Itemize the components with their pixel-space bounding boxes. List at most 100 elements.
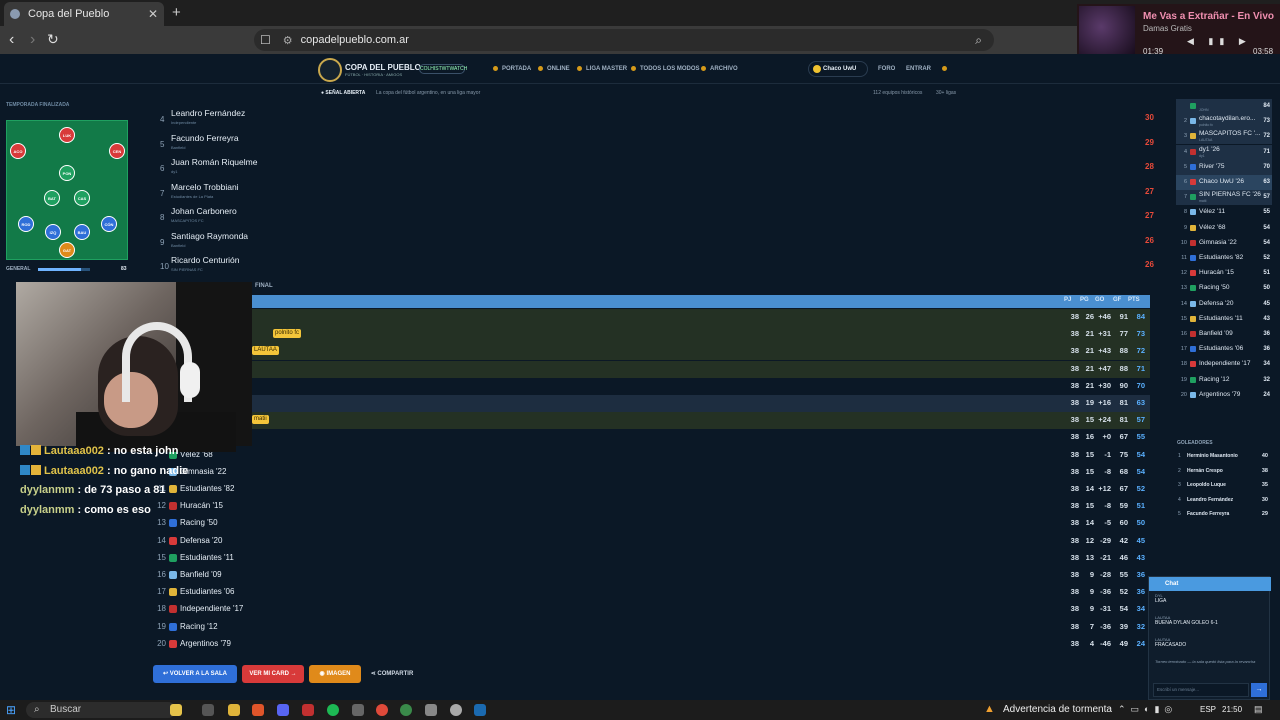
right-row[interactable]: 6 Chaco UwU '26 63 xyxy=(1176,175,1272,190)
table-row[interactable]: 38 26 +46 91 84 xyxy=(156,309,1150,326)
right-row[interactable]: 11 Estudiantes '82 52 xyxy=(1176,251,1272,266)
table-row[interactable]: Gimnasia '22 38 15 -8 68 54 xyxy=(156,464,1150,481)
chrome-icon[interactable] xyxy=(400,704,412,716)
chat-input[interactable]: Escribí un mensaje... xyxy=(1153,683,1249,697)
right-row[interactable]: 8 Vélez '11 55 xyxy=(1176,205,1272,220)
right-row[interactable]: JOHN 84 xyxy=(1176,99,1272,114)
weather-text[interactable]: Advertencia de tormenta xyxy=(1003,704,1112,715)
player-badge[interactable]: IZQ xyxy=(45,224,61,240)
view-card-button[interactable]: VER MI CARD → xyxy=(242,665,304,683)
site-logo-icon[interactable] xyxy=(318,58,342,82)
right-row[interactable]: 20 Argentinos '79 24 xyxy=(1176,388,1272,403)
menu-entrar[interactable]: ENTRAR xyxy=(906,66,931,72)
chat-header[interactable]: Chat xyxy=(1149,577,1271,591)
table-row[interactable]: 15 Estudiantes '11 38 13 -21 46 43 xyxy=(156,550,1150,567)
table-row[interactable]: 18 Independiente '17 38 9 -31 54 34 xyxy=(156,601,1150,618)
site-info-icon[interactable]: ⚙ xyxy=(283,34,293,47)
table-row[interactable]: matii 38 15 +24 81 57 xyxy=(156,412,1150,430)
share-button[interactable]: ⋖ COMPARTIR xyxy=(366,665,418,683)
menu-online[interactable]: ONLINE xyxy=(538,66,570,72)
player-badge[interactable]: CEN xyxy=(109,143,125,159)
player-badge[interactable]: ROD xyxy=(18,216,34,232)
player-badge[interactable]: BAU xyxy=(74,224,90,240)
forward-icon[interactable]: › xyxy=(30,31,35,49)
right-row[interactable]: 4 dy1 '26 dy1 71 xyxy=(1176,144,1272,160)
task-view-icon[interactable] xyxy=(202,704,214,716)
language-indicator[interactable]: ESP xyxy=(1200,705,1216,714)
table-row[interactable]: 11 Estudiantes '82 38 14 +12 67 52 xyxy=(156,481,1150,498)
theme-toggle-icon[interactable] xyxy=(942,66,951,72)
right-row[interactable]: 15 Estudiantes '11 43 xyxy=(1176,312,1272,327)
widgets-icon[interactable] xyxy=(170,704,182,716)
table-row[interactable]: 14 Defensa '20 38 12 -29 42 45 xyxy=(156,533,1150,550)
brave-icon[interactable] xyxy=(252,704,264,716)
image-button[interactable]: ◉ IMAGEN xyxy=(309,665,361,683)
player-badge[interactable]: LUK xyxy=(59,127,75,143)
table-row[interactable]: 38 16 +0 67 55 xyxy=(156,429,1150,446)
reload-icon[interactable]: ↻ xyxy=(47,31,59,48)
right-row[interactable]: 10 Gimnasia '22 54 xyxy=(1176,236,1272,251)
goleador-row[interactable]: 2 Hernán Crespo 38 xyxy=(1178,465,1274,479)
back-icon[interactable]: ‹ xyxy=(9,31,14,49)
right-row[interactable]: 12 Huracán '15 51 xyxy=(1176,266,1272,281)
clock[interactable]: 21:50 xyxy=(1222,705,1242,714)
table-row[interactable]: 13 Racing '50 38 14 -5 60 50 xyxy=(156,515,1150,532)
menu-portada[interactable]: PORTADA xyxy=(493,66,531,72)
right-row[interactable]: 17 Estudiantes '06 36 xyxy=(1176,342,1272,357)
right-row[interactable]: 7 SIN PIERNAS FC '26 matii 57 xyxy=(1176,190,1272,206)
goleador-row[interactable]: 3 Leopoldo Luque 35 xyxy=(1178,479,1274,493)
right-row[interactable]: 3 MASCAPITOS FC '... LAUTAA 72 xyxy=(1176,129,1272,145)
back-to-room-button[interactable]: ↩ VOLVER A LA SALA xyxy=(153,665,237,683)
warning-icon[interactable]: ▲ xyxy=(984,703,995,715)
goleador-row[interactable]: 5 Facundo Ferreyra 29 xyxy=(1178,508,1274,522)
site-brand[interactable]: COPA DEL PUEBLO xyxy=(345,63,421,72)
bookmark-icon[interactable]: ☐ xyxy=(260,33,271,47)
goleador-row[interactable]: 4 Leandro Fernández 30 xyxy=(1178,494,1274,508)
player-badge[interactable]: ACO xyxy=(10,143,26,159)
app-icon[interactable] xyxy=(425,704,437,716)
chat-send-button[interactable]: → xyxy=(1251,683,1267,697)
table-row[interactable]: 38 21 +47 88 71 xyxy=(156,360,1150,378)
media-controls-icon[interactable]: ◀ ▮▮ ▶ xyxy=(1187,36,1252,47)
menu-liga-master[interactable]: LIGA MASTER xyxy=(577,66,627,72)
steam-icon[interactable] xyxy=(474,704,486,716)
user-chip[interactable]: Chaco UwU xyxy=(808,61,868,77)
player-badge[interactable]: CAS xyxy=(74,190,90,206)
menu-todos-los-modos[interactable]: TODOS LOS MODOS xyxy=(631,66,700,72)
scorer-row[interactable]: 4 Leandro Fernández Independiente 30 xyxy=(160,108,1160,132)
discord-icon[interactable] xyxy=(277,704,289,716)
menu-archivo[interactable]: ARCHIVO xyxy=(701,66,738,72)
right-row[interactable]: 5 River '75 70 xyxy=(1176,159,1272,175)
player-badge[interactable]: PON xyxy=(59,165,75,181)
goleador-row[interactable]: 1 Hermínio Masantonio 40 xyxy=(1178,450,1274,464)
scorer-row[interactable]: 6 Juan Román Riquelme dy1 28 xyxy=(160,157,1160,181)
player-badge[interactable]: GAT xyxy=(59,242,75,258)
zoom-icon[interactable]: ⌕ xyxy=(975,33,982,48)
table-row[interactable]: 17 Estudiantes '06 38 9 -36 52 36 xyxy=(156,584,1150,601)
right-row[interactable]: 14 Defensa '20 45 xyxy=(1176,297,1272,312)
player-badge[interactable]: CÓN xyxy=(101,216,117,232)
spotify-icon[interactable] xyxy=(327,704,339,716)
table-row[interactable]: 38 21 +30 90 70 xyxy=(156,378,1150,395)
scorer-row[interactable]: 10 Ricardo Centurión SIN PIERNAS FC 26 xyxy=(160,255,1160,279)
right-row[interactable]: 18 Independiente '17 34 xyxy=(1176,357,1272,372)
taskbar-search[interactable]: ⌕ Buscar xyxy=(26,702,176,718)
address-bar[interactable]: ☐ ⚙ copadelpueblo.com.ar ⌕ xyxy=(254,29,994,51)
player-badge[interactable]: BAT xyxy=(44,190,60,206)
table-row[interactable]: 12 Huracán '15 38 15 -8 59 51 xyxy=(156,498,1150,515)
tray-icons[interactable]: ⌃▭◐▮◎ xyxy=(1118,704,1177,715)
app-icon[interactable] xyxy=(352,704,364,716)
table-row[interactable]: Vélez '68 38 15 -1 75 54 xyxy=(156,447,1150,464)
scorer-row[interactable]: 5 Facundo Ferreyra Banfield 29 xyxy=(160,133,1160,157)
browser-tab[interactable]: Copa del Pueblo ✕ xyxy=(4,2,164,26)
right-row[interactable]: 2 chacotaydilan.ero... polnito fc 73 xyxy=(1176,114,1272,130)
table-row[interactable]: e '26polnito fc3821+317773 xyxy=(156,326,1150,344)
right-row[interactable]: 19 Racing '12 32 xyxy=(1176,373,1272,388)
scorer-row[interactable]: 7 Marcelo Trobbiani Estudiantes de La Plat… xyxy=(160,182,1160,206)
right-row[interactable]: 13 Racing '50 50 xyxy=(1176,281,1272,296)
chrome-icon[interactable] xyxy=(376,704,388,716)
windows-start-icon[interactable]: ⊞ xyxy=(6,703,16,717)
app-icon[interactable] xyxy=(302,704,314,716)
app-icon[interactable] xyxy=(450,704,462,716)
file-explorer-icon[interactable] xyxy=(228,704,240,716)
